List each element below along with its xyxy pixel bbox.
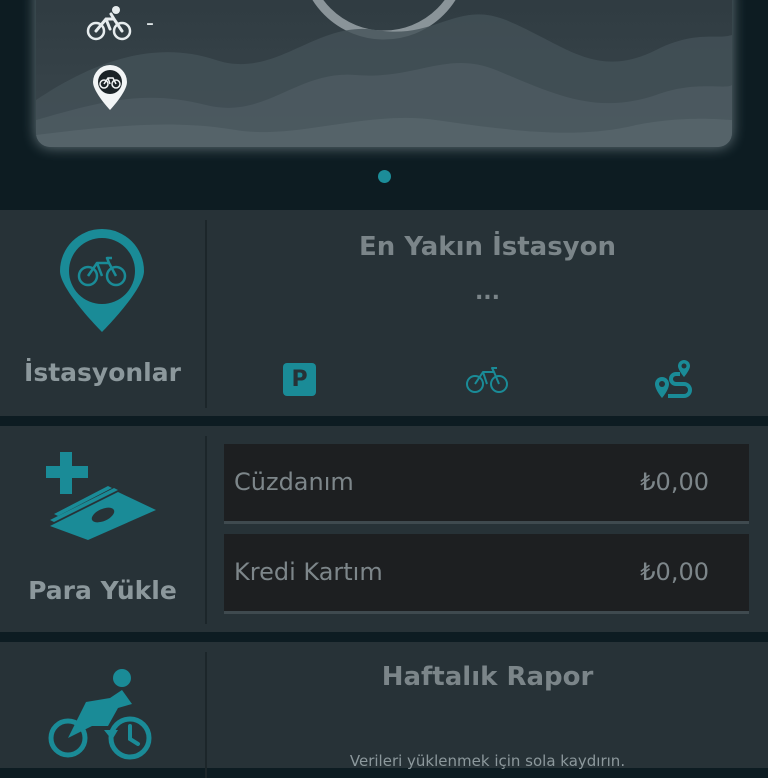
ride-value: - [146,10,154,36]
wallet-panel: Para Yükle Cüzdanım ₺0,00 Kredi Kartım ₺… [0,426,768,632]
credit-card-amount: ₺0,00 [640,558,709,586]
route-icon[interactable] [654,360,694,400]
weekly-report-panel: Haftalık Rapor Verileri yüklenmek için s… [0,642,768,778]
parking-icon[interactable]: P [283,363,316,396]
weekly-report-hint: Verileri yüklenmek için sola kaydırın. [349,752,626,770]
station-pin-icon[interactable] [91,65,129,111]
bike-icon[interactable] [466,366,508,394]
credit-card-name: Kredi Kartım [234,558,383,586]
wallet-name: Cüzdanım [234,468,354,496]
nearest-station-title: En Yakın İstasyon [359,232,616,262]
weekly-report-title: Haftalık Rapor [381,662,594,692]
ride-card[interactable]: - [36,0,732,147]
credit-card-row[interactable]: Kredi Kartım ₺0,00 [224,534,749,614]
page-indicator-dot[interactable] [378,170,391,183]
add-money-label[interactable]: Para Yükle [0,576,205,605]
cyclist-icon [86,6,132,41]
wallet-amount: ₺0,00 [640,468,709,496]
wallet-balance-row[interactable]: Cüzdanım ₺0,00 [224,444,749,524]
ride-status: - [86,5,154,41]
nearest-station-panel: İstasyonlar En Yakın İstasyon ... P [0,210,768,416]
add-money-icon[interactable] [46,452,158,540]
panel-divider [205,436,207,624]
stations-label[interactable]: İstasyonlar [0,358,205,387]
top-area: - [0,0,768,210]
cycling-history-icon[interactable] [48,668,158,760]
stations-pin-icon[interactable] [57,228,147,334]
nearest-station-value: ... [474,280,501,305]
